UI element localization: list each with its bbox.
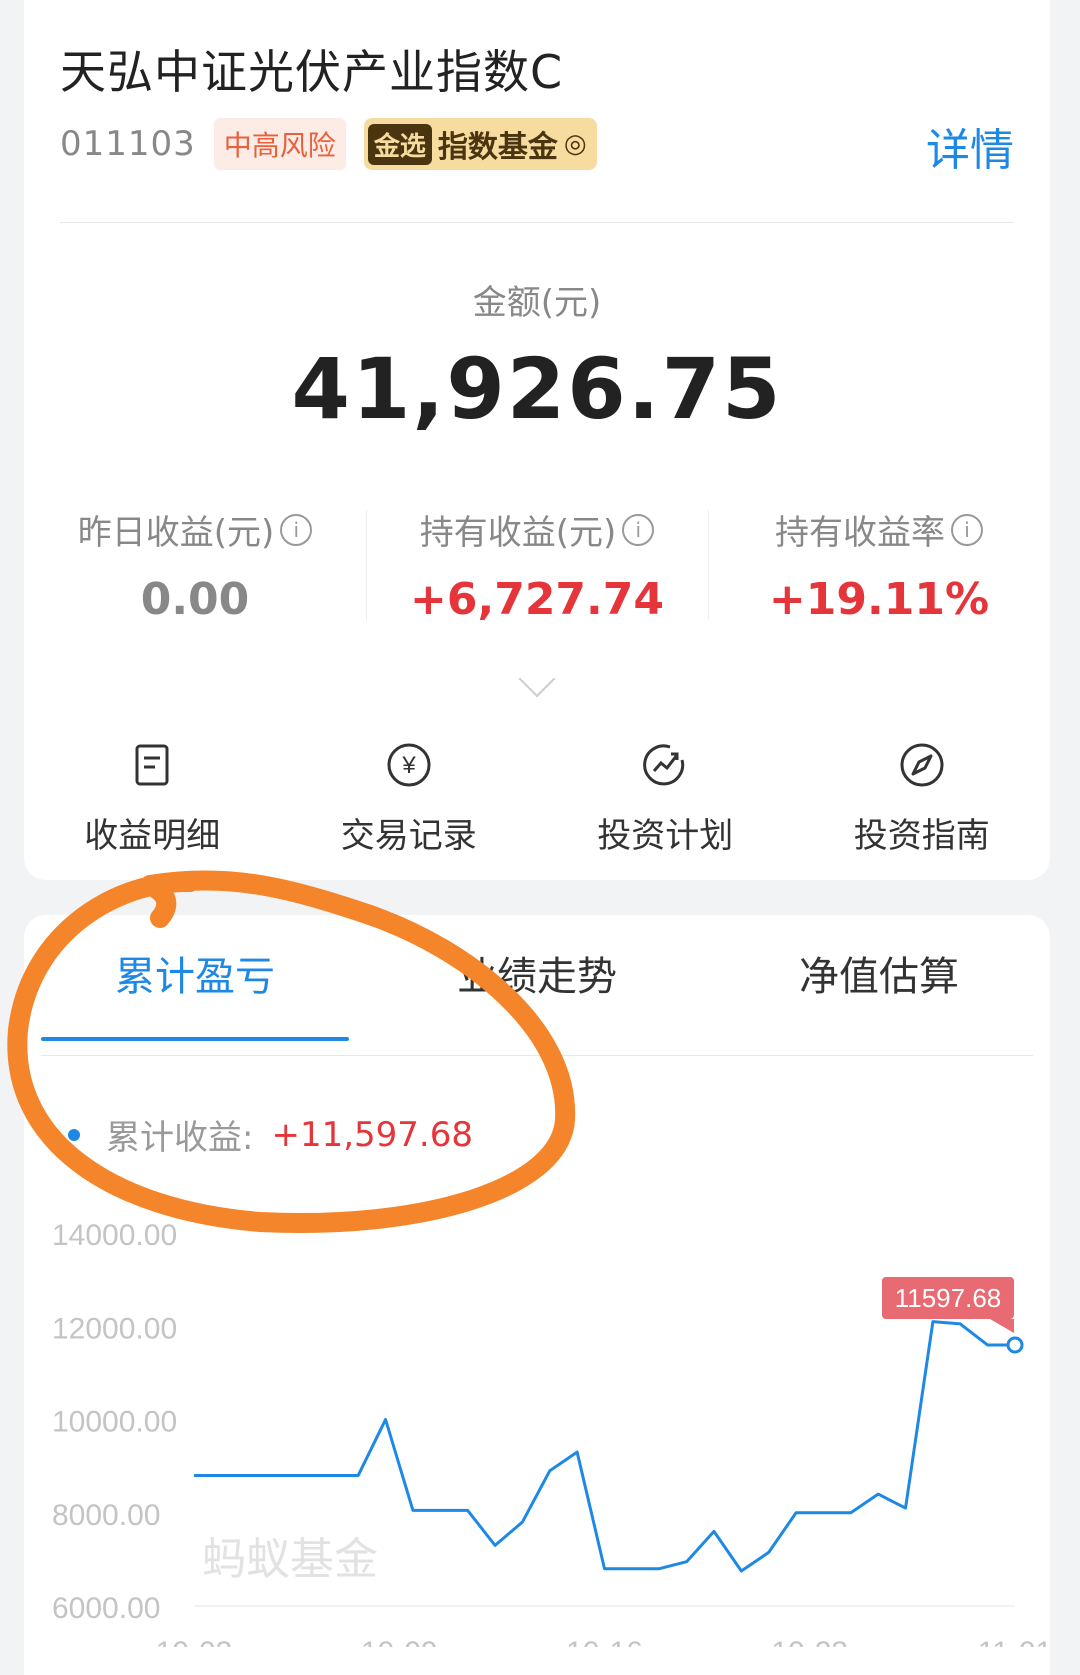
cumulative-profit-chart: 14000.00 12000.00 10000.00 8000.00 6000.00 10…	[7, 870, 1053, 1647]
value-callout-pointer	[990, 1319, 1014, 1333]
x-tick-label: 10-09	[361, 1636, 438, 1647]
x-tick-label: 10-03	[156, 1636, 233, 1647]
x-tick-label: 11-01	[978, 1636, 1053, 1647]
y-tick-label: 14000.00	[52, 1219, 177, 1252]
series-end-point	[1006, 1336, 1024, 1354]
y-tick-label: 12000.00	[52, 1312, 177, 1345]
watermark: 蚂蚁基金	[202, 1534, 378, 1585]
value-callout-label: 11597.68	[895, 1283, 1002, 1313]
y-tick-label: 10000.00	[52, 1406, 177, 1439]
y-tick-label: 8000.00	[52, 1499, 160, 1532]
highlight-circle	[7, 870, 576, 1233]
x-tick-label: 10-23	[771, 1636, 848, 1647]
y-tick-label: 6000.00	[52, 1592, 160, 1625]
x-tick-label: 10-16	[566, 1636, 643, 1647]
